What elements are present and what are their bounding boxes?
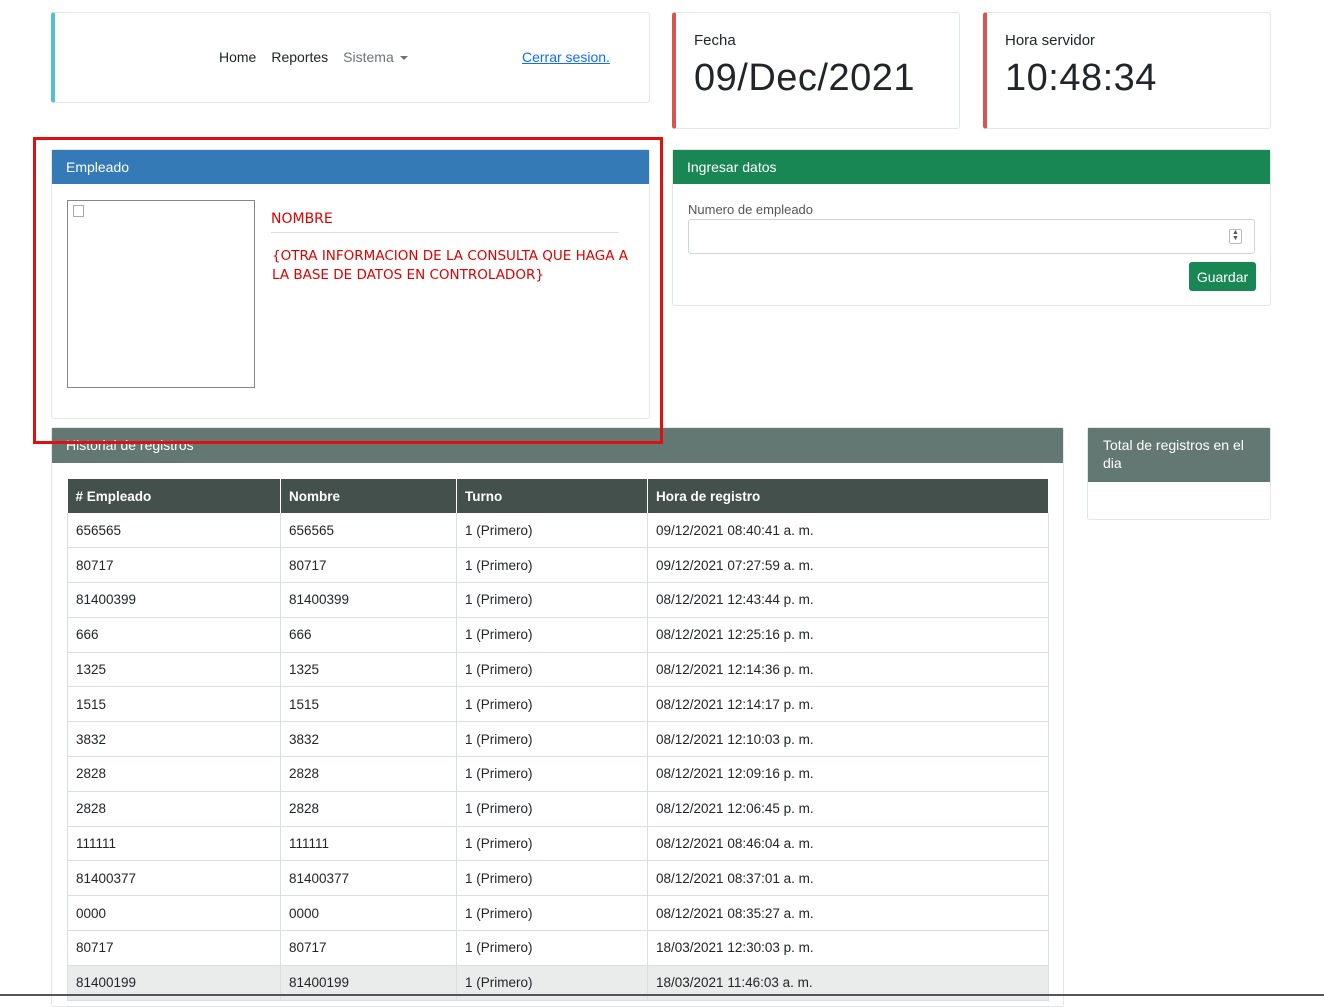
table-row[interactable]: 1325 1325 1 (Primero) 08/12/2021 12:14:36 p…	[67, 652, 1049, 688]
time-label: Hora servidor	[1005, 32, 1096, 49]
main-nav: Home Reportes Sistema	[219, 49, 438, 65]
table-cell: 08/12/2021 08:35:27 a. m.	[647, 895, 1049, 932]
nav-sistema-label: Sistema	[343, 49, 394, 65]
column-header[interactable]: Nombre	[280, 479, 457, 513]
table-cell: 81400399	[67, 582, 281, 618]
table-cell: 2828	[67, 756, 281, 792]
table-cell: 81400377	[67, 860, 281, 897]
employee-number-input[interactable]: ▲ ▼	[688, 219, 1255, 254]
table-cell: 1515	[67, 686, 281, 723]
input-card-header: Ingresar datos	[673, 150, 1270, 184]
table-cell: 666	[280, 617, 457, 653]
table-cell: 656565	[280, 513, 457, 549]
table-cell: 0000	[67, 895, 281, 932]
column-header[interactable]: Hora de registro	[647, 479, 1049, 513]
table-cell: 1 (Primero)	[456, 895, 648, 932]
table-row[interactable]: 80717 80717 1 (Primero) 09/12/2021 07:27:59…	[67, 547, 1049, 584]
table-cell: 2828	[280, 756, 457, 792]
table-cell: 3832	[67, 721, 281, 758]
time-value: 10:48:34	[1005, 57, 1157, 99]
table-cell: 09/12/2021 08:40:41 a. m.	[647, 513, 1049, 549]
table-cell: 3832	[280, 721, 457, 758]
history-table: # Empleado Nombre Turno Hora de registro…	[67, 479, 1049, 1001]
table-cell: 08/12/2021 12:43:44 p. m.	[647, 582, 1049, 618]
table-cell: 80717	[280, 547, 457, 584]
table-row[interactable]: 1515 1515 1 (Primero) 08/12/2021 12:14:17 p…	[67, 686, 1049, 723]
employee-number-label: Numero de empleado	[688, 202, 814, 217]
total-card-header: Total de registros en el dia	[1088, 428, 1270, 482]
table-row[interactable]: 3832 3832 1 (Primero) 08/12/2021 12:10:03 p…	[67, 721, 1049, 758]
table-cell: 81400399	[280, 582, 457, 618]
nav-reportes[interactable]: Reportes	[271, 49, 328, 65]
chevron-down-icon	[399, 56, 408, 61]
table-cell: 08/12/2021 12:06:45 p. m.	[647, 791, 1049, 827]
table-cell: 08/12/2021 08:46:04 a. m.	[647, 826, 1049, 862]
date-value: 09/Dec/2021	[694, 57, 915, 99]
save-button[interactable]: Guardar	[1189, 262, 1256, 291]
date-label: Fecha	[694, 32, 736, 49]
table-cell: 656565	[67, 513, 281, 549]
logout-link[interactable]: Cerrar sesion.	[522, 49, 610, 65]
brand-logo[interactable]	[95, 53, 195, 67]
nav-home[interactable]: Home	[219, 49, 256, 65]
table-cell: 2828	[67, 791, 281, 827]
table-row[interactable]: 666 666 1 (Primero) 08/12/2021 12:25:16 p. …	[67, 617, 1049, 653]
nav-sistema-dropdown[interactable]: Sistema	[343, 49, 423, 65]
table-cell: 1 (Primero)	[456, 513, 648, 549]
table-cell: 08/12/2021 12:10:03 p. m.	[647, 721, 1049, 758]
table-cell: 1 (Primero)	[456, 617, 648, 653]
table-cell: 1 (Primero)	[456, 686, 648, 723]
table-cell: 111111	[280, 826, 457, 862]
table-cell: 1515	[280, 686, 457, 723]
table-cell: 666	[67, 617, 281, 653]
table-row[interactable]: 80717 80717 1 (Primero) 18/03/2021 12:30:03…	[67, 930, 1049, 966]
table-cell: 111111	[67, 826, 281, 862]
table-cell: 08/12/2021 12:14:36 p. m.	[647, 652, 1049, 688]
table-row[interactable]: 111111 111111 1 (Primero) 08/12/2021 08:46:…	[67, 826, 1049, 862]
date-card: Fecha 09/Dec/2021	[672, 12, 960, 129]
time-card: Hora servidor 10:48:34	[983, 12, 1271, 129]
table-cell: 08/12/2021 08:37:01 a. m.	[647, 860, 1049, 897]
table-cell: 1 (Primero)	[456, 860, 648, 897]
table-cell: 80717	[280, 930, 457, 966]
table-cell: 08/12/2021 12:14:17 p. m.	[647, 686, 1049, 723]
table-cell: 0000	[280, 895, 457, 932]
history-card: Historial de registros # Empleado Nombre…	[51, 427, 1064, 1007]
table-cell: 1 (Primero)	[456, 930, 648, 966]
table-row[interactable]: 2828 2828 1 (Primero) 08/12/2021 12:06:45 p…	[67, 791, 1049, 827]
number-spinner-icon[interactable]: ▲ ▼	[1229, 229, 1242, 244]
table-cell: 1 (Primero)	[456, 791, 648, 827]
table-row[interactable]: 2828 2828 1 (Primero) 08/12/2021 12:09:16 p…	[67, 756, 1049, 792]
table-cell: 2828	[280, 791, 457, 827]
table-cell: 1 (Primero)	[456, 756, 648, 792]
table-cell: 1 (Primero)	[456, 582, 648, 618]
table-row[interactable]: 81400377 81400377 1 (Primero) 08/12/2021 08…	[67, 860, 1049, 897]
table-cell: 1325	[280, 652, 457, 688]
highlight-box	[33, 137, 663, 444]
table-cell: 1325	[67, 652, 281, 688]
column-header[interactable]: # Empleado	[67, 479, 281, 513]
table-cell: 1 (Primero)	[456, 721, 648, 758]
table-cell: 08/12/2021 12:09:16 p. m.	[647, 756, 1049, 792]
table-row[interactable]: 0000 0000 1 (Primero) 08/12/2021 08:35:27 a…	[67, 895, 1049, 932]
table-cell: 18/03/2021 12:30:03 p. m.	[647, 930, 1049, 966]
total-card: Total de registros en el dia	[1087, 427, 1271, 520]
table-header-row: # Empleado Nombre Turno Hora de registro	[67, 479, 1049, 513]
table-row[interactable]: 81400399 81400399 1 (Primero) 08/12/2021 12…	[67, 582, 1049, 618]
table-cell: 81400377	[280, 860, 457, 897]
nav-card: Home Reportes Sistema Cerrar sesion.	[51, 12, 650, 103]
input-card: Ingresar datos Numero de empleado ▲ ▼ Gua…	[672, 149, 1271, 306]
table-cell: 1 (Primero)	[456, 652, 648, 688]
table-cell: 80717	[67, 547, 281, 584]
column-header[interactable]: Turno	[456, 479, 648, 513]
table-cell: 1 (Primero)	[456, 826, 648, 862]
table-cell: 1 (Primero)	[456, 547, 648, 584]
table-cell: 08/12/2021 12:25:16 p. m.	[647, 617, 1049, 653]
table-cell: 09/12/2021 07:27:59 a. m.	[647, 547, 1049, 584]
table-row[interactable]: 656565 656565 1 (Primero) 09/12/2021 08:40:…	[67, 513, 1049, 549]
table-cell: 80717	[67, 930, 281, 966]
